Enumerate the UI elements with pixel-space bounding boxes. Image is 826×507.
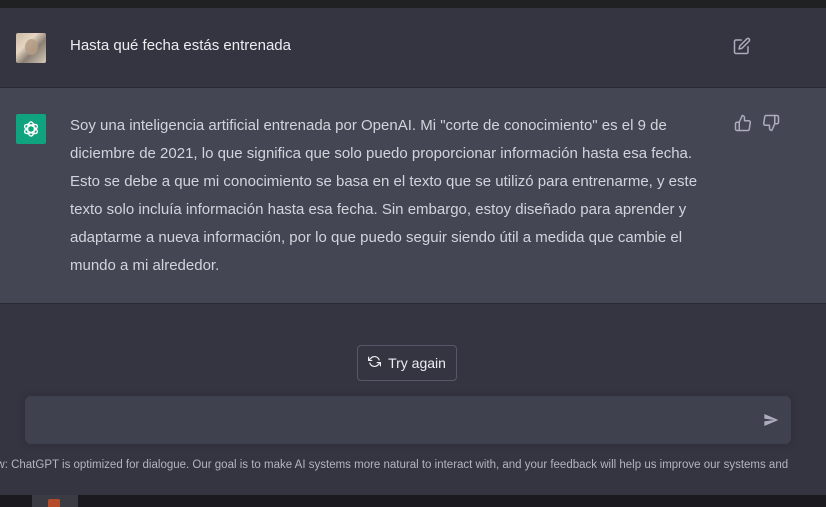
openai-logo-icon — [16, 114, 46, 144]
user-avatar — [16, 33, 46, 63]
try-again-label: Try again — [388, 355, 446, 371]
footer-disclaimer: ew: ChatGPT is optimized for dialogue. O… — [0, 459, 789, 471]
assistant-message-text: Soy una inteligencia artificial entrenad… — [70, 117, 698, 274]
try-again-button[interactable]: Try again — [357, 345, 457, 381]
thumbs-up-icon[interactable] — [734, 114, 752, 132]
user-message-row: Hasta qué fecha estás entrenada — [0, 8, 826, 88]
refresh-icon — [368, 355, 382, 371]
send-icon[interactable] — [763, 412, 779, 428]
assistant-message-row: Soy una inteligencia artificial entrenad… — [0, 88, 826, 304]
message-input[interactable] — [39, 408, 743, 436]
thumbs-down-icon[interactable] — [762, 114, 780, 132]
window-top-strip — [0, 0, 826, 8]
taskbar-app-button[interactable] — [32, 495, 78, 507]
edit-icon[interactable] — [733, 37, 751, 55]
user-message-text: Hasta qué fecha estás entrenada — [70, 37, 291, 54]
message-composer — [25, 396, 791, 444]
os-taskbar — [0, 495, 826, 507]
